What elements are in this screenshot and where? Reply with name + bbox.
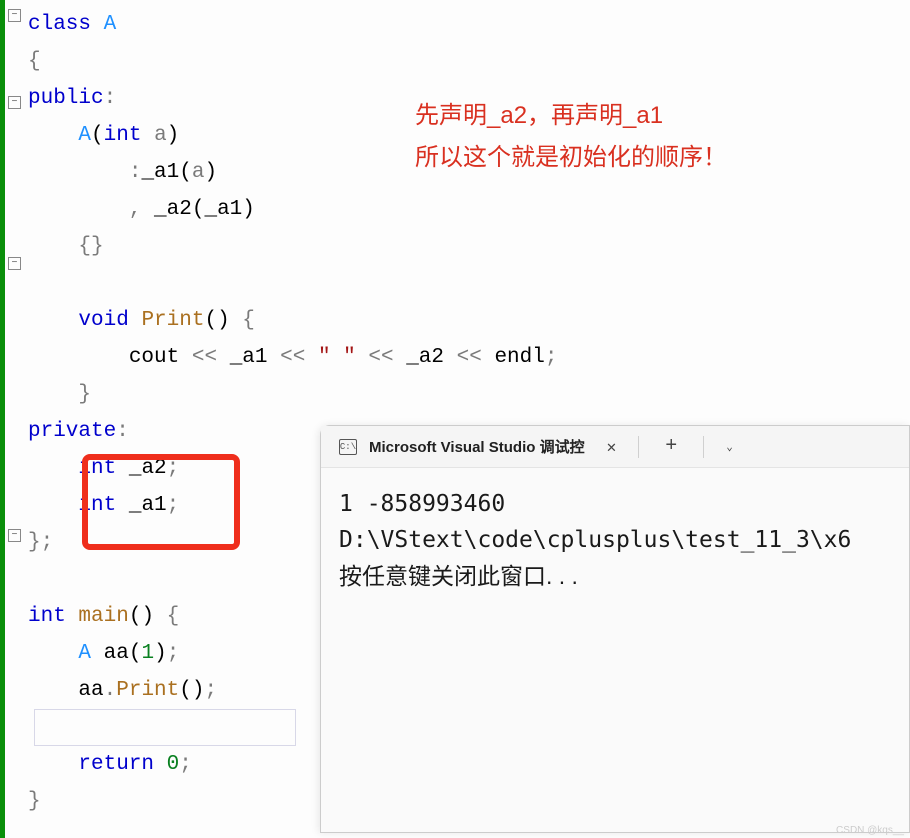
keyword-class: class [28,13,91,36]
divider [703,436,704,458]
comma: , [129,198,142,221]
call-print: Print [116,679,179,702]
paren-open: ( [204,309,217,332]
keyword-int: int [104,124,142,147]
console-output[interactable]: 1 -858993460 D:\VStext\code\cplusplus\te… [321,468,909,612]
keyword-return: return [78,753,154,776]
output-line: 1 -858993460 [339,486,891,522]
stream-op: << [457,346,482,369]
fold-gutter: − − − − [0,0,28,838]
console-titlebar[interactable]: C:\ Microsoft Visual Studio 调试控 ✕ + ⌄ [321,426,909,468]
endl: endl [494,346,544,369]
num-literal: 0 [167,753,180,776]
divider [638,436,639,458]
paren-close: ) [154,642,167,665]
stream-op: << [192,346,217,369]
fold-toggle[interactable]: − [8,9,21,22]
paren-close: ) [192,679,205,702]
output-line: D:\VStext\code\cplusplus\test_11_3\x6 [339,522,891,558]
class-name: A [104,13,117,36]
dot: . [104,679,117,702]
keyword-public: public [28,87,104,110]
semicolon: ; [41,531,54,554]
brace-open: { [28,50,41,73]
paren-close: ) [141,605,154,628]
type-a: A [78,642,91,665]
paren-close: ) [217,309,230,332]
brace-open: { [242,309,255,332]
dropdown-icon[interactable]: ⌄ [716,440,743,454]
watermark: CSDN @kqs__ [836,825,904,836]
keyword-int: int [28,605,66,628]
annotation-line1: 先声明_a2，再声明_a1 [415,95,727,137]
highlight-box [82,454,240,550]
annotation-line2: 所以这个就是初始化的顺序！ [415,137,727,179]
console-window: C:\ Microsoft Visual Studio 调试控 ✕ + ⌄ 1 … [320,425,910,833]
fold-toggle[interactable]: − [8,257,21,270]
cursor-line-highlight [34,709,296,746]
init-colon: : [129,161,142,184]
member-init: _a2 [154,198,192,221]
member-init: _a1 [141,161,179,184]
init-arg: a [192,161,205,184]
var-aa: aa [104,642,129,665]
semicolon: ; [204,679,217,702]
colon: : [116,420,129,443]
keyword-private: private [28,420,116,443]
var-a2: _a2 [406,346,444,369]
empty-body: {} [78,235,103,258]
terminal-icon: C:\ [339,439,357,455]
paren-open: ( [129,605,142,628]
paren-open: ( [179,161,192,184]
brace-open: { [167,605,180,628]
var-a1: _a1 [230,346,268,369]
fold-toggle[interactable]: − [8,96,21,109]
param: a [154,124,167,147]
num-literal: 1 [141,642,154,665]
new-tab-icon[interactable]: + [651,435,691,458]
stream-op: << [368,346,393,369]
semicolon: ; [167,642,180,665]
brace-close: } [28,790,41,813]
close-tab-icon[interactable]: ✕ [597,437,627,457]
console-title: Microsoft Visual Studio 调试控 [369,436,585,457]
fold-toggle[interactable]: − [8,529,21,542]
colon: : [104,87,117,110]
semicolon: ; [179,753,192,776]
output-line: 按任意键关闭此窗口. . . [339,558,891,594]
cout: cout [129,346,179,369]
stream-op: << [280,346,305,369]
paren-open: ( [129,642,142,665]
brace-close: } [78,383,91,406]
var-aa: aa [78,679,103,702]
paren-open: ( [179,679,192,702]
paren-close: ) [167,124,180,147]
paren-open: ( [192,198,205,221]
annotation-text: 先声明_a2，再声明_a1 所以这个就是初始化的顺序！ [415,95,727,179]
string-literal: " " [318,346,356,369]
semicolon: ; [545,346,558,369]
init-arg: _a1 [204,198,242,221]
brace-close: } [28,531,41,554]
paren-close: ) [204,161,217,184]
main-function: main [78,605,128,628]
paren-open: ( [91,124,104,147]
paren-close: ) [242,198,255,221]
constructor-name: A [78,124,91,147]
function-name: Print [141,309,204,332]
keyword-void: void [78,309,128,332]
